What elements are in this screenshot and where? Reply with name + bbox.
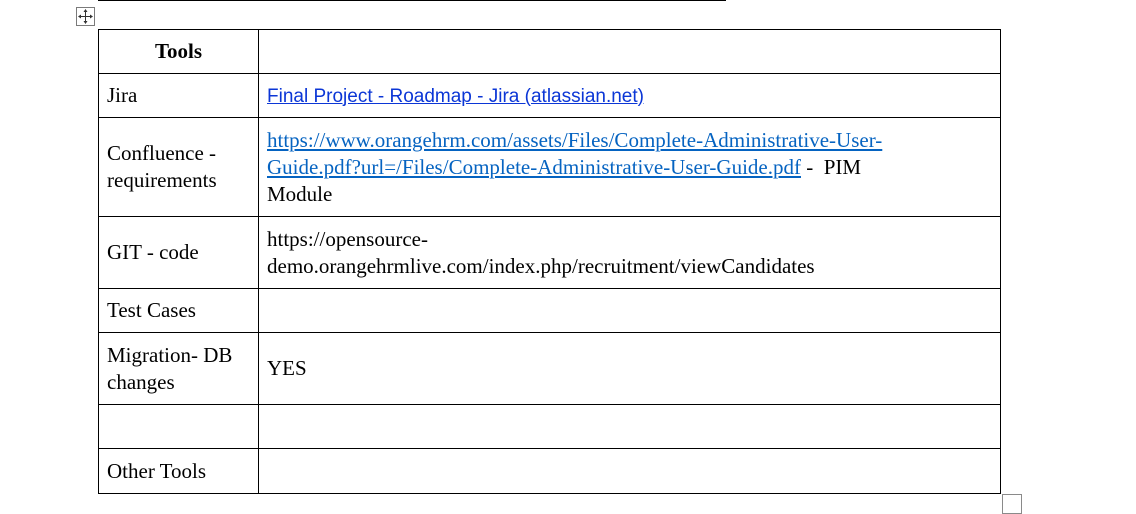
- row-label-confluence: Confluence - requirements: [98, 117, 259, 217]
- row-label-other-tools: Other Tools: [98, 448, 259, 494]
- confluence-label-line1: Confluence -: [107, 141, 217, 165]
- confluence-link-line2[interactable]: Guide.pdf?url=/Files/Complete-Administra…: [267, 155, 801, 179]
- confluence-suffix: - PIM: [800, 154, 862, 179]
- row-value-confluence: https://www.orangehrm.com/assets/Files/C…: [258, 117, 1001, 217]
- table-row-jira: Jira Final Project - Roadmap - Jira (atl…: [98, 73, 1001, 118]
- tools-table: Tools Jira Final Project - Roadmap - Jir…: [98, 29, 1001, 494]
- git-url-line1: https://opensource-: [267, 226, 428, 251]
- confluence-label-line2: requirements: [107, 168, 217, 192]
- row-label-test-cases: Test Cases: [98, 288, 259, 333]
- confluence-suffix-line2: Module: [267, 181, 333, 206]
- git-url-line2: demo.orangehrmlive.com/index.php/recruit…: [267, 253, 815, 278]
- table-row-git: GIT - code https://opensource- demo.oran…: [98, 216, 1001, 289]
- confluence-link-line1[interactable]: https://www.orangehrm.com/assets/Files/C…: [267, 128, 882, 152]
- move-arrows-icon: [78, 9, 93, 24]
- row-value-git: https://opensource- demo.orangehrmlive.c…: [258, 216, 1001, 289]
- table-row-test-cases: Test Cases: [98, 288, 1001, 333]
- row-value-test-cases: [258, 288, 1001, 333]
- table-row-other-tools: Other Tools: [98, 448, 1001, 494]
- row-label-git: GIT - code: [98, 216, 259, 289]
- row-value-jira: Final Project - Roadmap - Jira (atlassia…: [258, 73, 1001, 118]
- row-value-empty: [258, 404, 1001, 449]
- table-row-migration: Migration- DB changes YES: [98, 332, 1001, 405]
- header-tools: Tools: [98, 29, 259, 74]
- jira-link[interactable]: Final Project - Roadmap - Jira (atlassia…: [267, 86, 644, 107]
- table-row-confluence: Confluence - requirements https://www.or…: [98, 117, 1001, 217]
- top-rule: [98, 0, 726, 1]
- row-value-other-tools: [258, 448, 1001, 494]
- migration-label-line1: Migration- DB: [107, 342, 233, 367]
- table-row-empty: [98, 404, 1001, 449]
- table-header-row: Tools: [98, 29, 1001, 74]
- row-label-jira: Jira: [98, 73, 259, 118]
- resize-handle-icon[interactable]: [1002, 494, 1022, 514]
- migration-label-line2: changes: [107, 369, 175, 394]
- row-label-migration: Migration- DB changes: [98, 332, 259, 405]
- table-move-handle[interactable]: [76, 7, 95, 26]
- row-label-empty: [98, 404, 259, 449]
- header-value: [258, 29, 1001, 74]
- row-value-migration: YES: [258, 332, 1001, 405]
